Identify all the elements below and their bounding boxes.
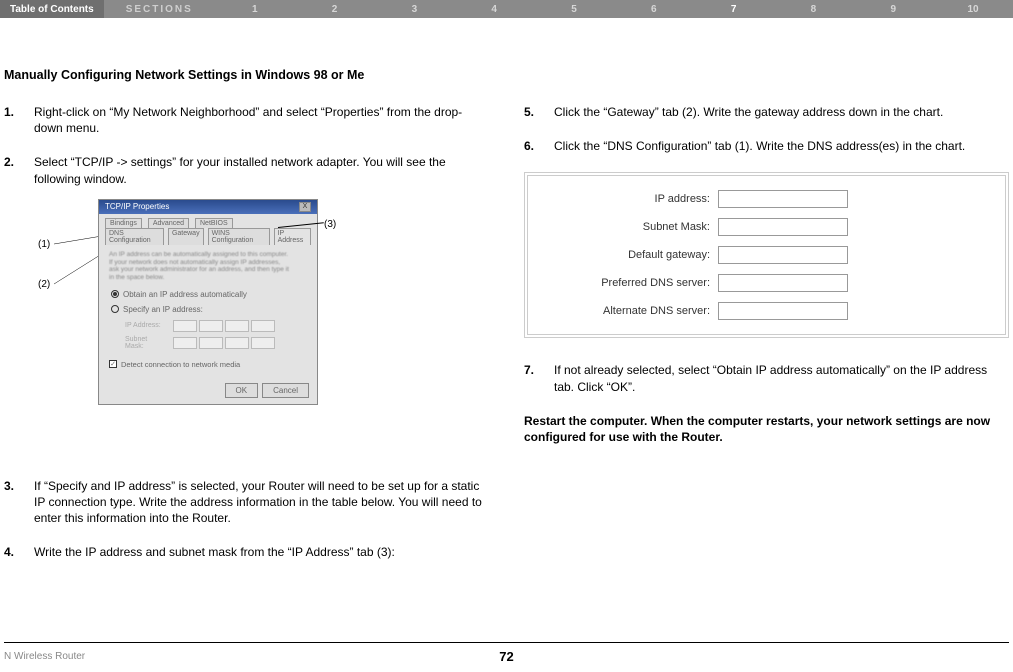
footer-model: N Wireless Router xyxy=(4,651,164,662)
step-text: Click the “Gateway” tab (2). Write the g… xyxy=(554,104,1009,120)
section-6[interactable]: 6 xyxy=(614,4,694,15)
callout-3: (3) xyxy=(324,219,336,230)
dialog-blurb: An IP address can be automatically assig… xyxy=(109,251,289,282)
step-text: Click the “DNS Configuration” tab (1). W… xyxy=(554,138,1009,154)
step-number: 5. xyxy=(524,104,554,120)
step-7: 7.If not already selected, select “Obtai… xyxy=(524,362,1009,394)
step-text: Select “TCP/IP -> settings” for your ins… xyxy=(34,154,484,186)
left-column: 1.Right-click on “My Network Neighborhoo… xyxy=(4,104,484,579)
form-label-adns: Alternate DNS server: xyxy=(550,305,718,317)
section-8[interactable]: 8 xyxy=(774,4,854,15)
radio-spec-icon xyxy=(111,305,119,313)
tab-netbios: NetBIOS xyxy=(195,218,233,228)
form-label-gw: Default gateway: xyxy=(550,249,718,261)
cancel-button: Cancel xyxy=(262,383,309,398)
form-label-mask: Subnet Mask: xyxy=(550,221,718,233)
section-1[interactable]: 1 xyxy=(215,4,295,15)
step-text: Right-click on “My Network Neighborhood”… xyxy=(34,104,484,136)
tab-dns: DNS Configuration xyxy=(105,228,164,245)
section-2[interactable]: 2 xyxy=(295,4,375,15)
mask-input[interactable] xyxy=(718,218,848,236)
step-number: 4. xyxy=(4,544,34,560)
step-text: If not already selected, select “Obtain … xyxy=(554,362,1009,394)
dialog-title: TCP/IP Properties xyxy=(105,202,169,211)
adns-input[interactable] xyxy=(718,302,848,320)
radio-spec-label: Specify an IP address: xyxy=(123,305,203,314)
section-5[interactable]: 5 xyxy=(534,4,614,15)
radio-auto-label: Obtain an IP address automatically xyxy=(123,290,247,299)
ip-input[interactable] xyxy=(718,190,848,208)
section-10[interactable]: 10 xyxy=(933,4,1013,15)
page-number: 72 xyxy=(164,649,849,664)
radio-auto-icon xyxy=(111,290,119,298)
page-heading: Manually Configuring Network Settings in… xyxy=(0,68,1013,82)
tab-advanced: Advanced xyxy=(148,218,189,228)
section-4[interactable]: 4 xyxy=(454,4,534,15)
pdns-input[interactable] xyxy=(718,274,848,292)
page-body: Manually Configuring Network Settings in… xyxy=(0,18,1013,579)
close-icon: X xyxy=(299,202,311,212)
ip-label: IP Address: xyxy=(125,322,167,329)
step-text: Write the IP address and subnet mask fro… xyxy=(34,544,484,560)
section-7[interactable]: 7 xyxy=(694,4,774,15)
callout-labels: (1) (2) xyxy=(4,199,98,454)
ok-button: OK xyxy=(225,383,259,398)
address-chart: IP address: Subnet Mask: Default gateway… xyxy=(524,172,1009,338)
screenshot-group: (1) (2) TCP/IP Properties X Bindings Adva… xyxy=(4,199,484,454)
page-footer: N Wireless Router 72 xyxy=(0,642,1013,664)
step-number: 1. xyxy=(4,104,34,136)
callout-1: (1) xyxy=(38,239,50,250)
step-5: 5.Click the “Gateway” tab (2). Write the… xyxy=(524,104,1009,120)
tab-wins: WINS Configuration xyxy=(208,228,270,245)
checkbox-label: Detect connection to network media xyxy=(121,360,240,369)
section-3[interactable]: 3 xyxy=(374,4,454,15)
tab-bindings: Bindings xyxy=(105,218,142,228)
top-nav-bar: Table of Contents SECTIONS 1 2 3 4 5 6 7… xyxy=(0,0,1013,18)
mask-label: Subnet Mask: xyxy=(125,336,167,350)
step-6: 6.Click the “DNS Configuration” tab (1).… xyxy=(524,138,1009,154)
form-label-ip: IP address: xyxy=(550,193,718,205)
step-4: 4.Write the IP address and subnet mask f… xyxy=(4,544,484,560)
tab-ipaddress: IP Address xyxy=(274,228,311,245)
step-text: If “Specify and IP address” is selected,… xyxy=(34,478,484,527)
form-label-pdns: Preferred DNS server: xyxy=(550,277,718,289)
toc-link[interactable]: Table of Contents xyxy=(0,0,104,18)
step-3: 3.If “Specify and IP address” is selecte… xyxy=(4,478,484,527)
step-number: 7. xyxy=(524,362,554,394)
callout-2: (2) xyxy=(38,279,50,290)
checkbox-icon: ✓ xyxy=(109,360,117,368)
sections-label: SECTIONS xyxy=(104,4,215,15)
step-number: 3. xyxy=(4,478,34,527)
gateway-input[interactable] xyxy=(718,246,848,264)
step-number: 2. xyxy=(4,154,34,186)
restart-note: Restart the computer. When the computer … xyxy=(524,413,1009,445)
section-9[interactable]: 9 xyxy=(853,4,933,15)
step-1: 1.Right-click on “My Network Neighborhoo… xyxy=(4,104,484,136)
tab-gateway: Gateway xyxy=(168,228,204,245)
step-2: 2.Select “TCP/IP -> settings” for your i… xyxy=(4,154,484,186)
tcpip-screenshot: TCP/IP Properties X Bindings Advanced Net… xyxy=(98,199,318,405)
right-column: 5.Click the “Gateway” tab (2). Write the… xyxy=(524,104,1009,579)
step-number: 6. xyxy=(524,138,554,154)
